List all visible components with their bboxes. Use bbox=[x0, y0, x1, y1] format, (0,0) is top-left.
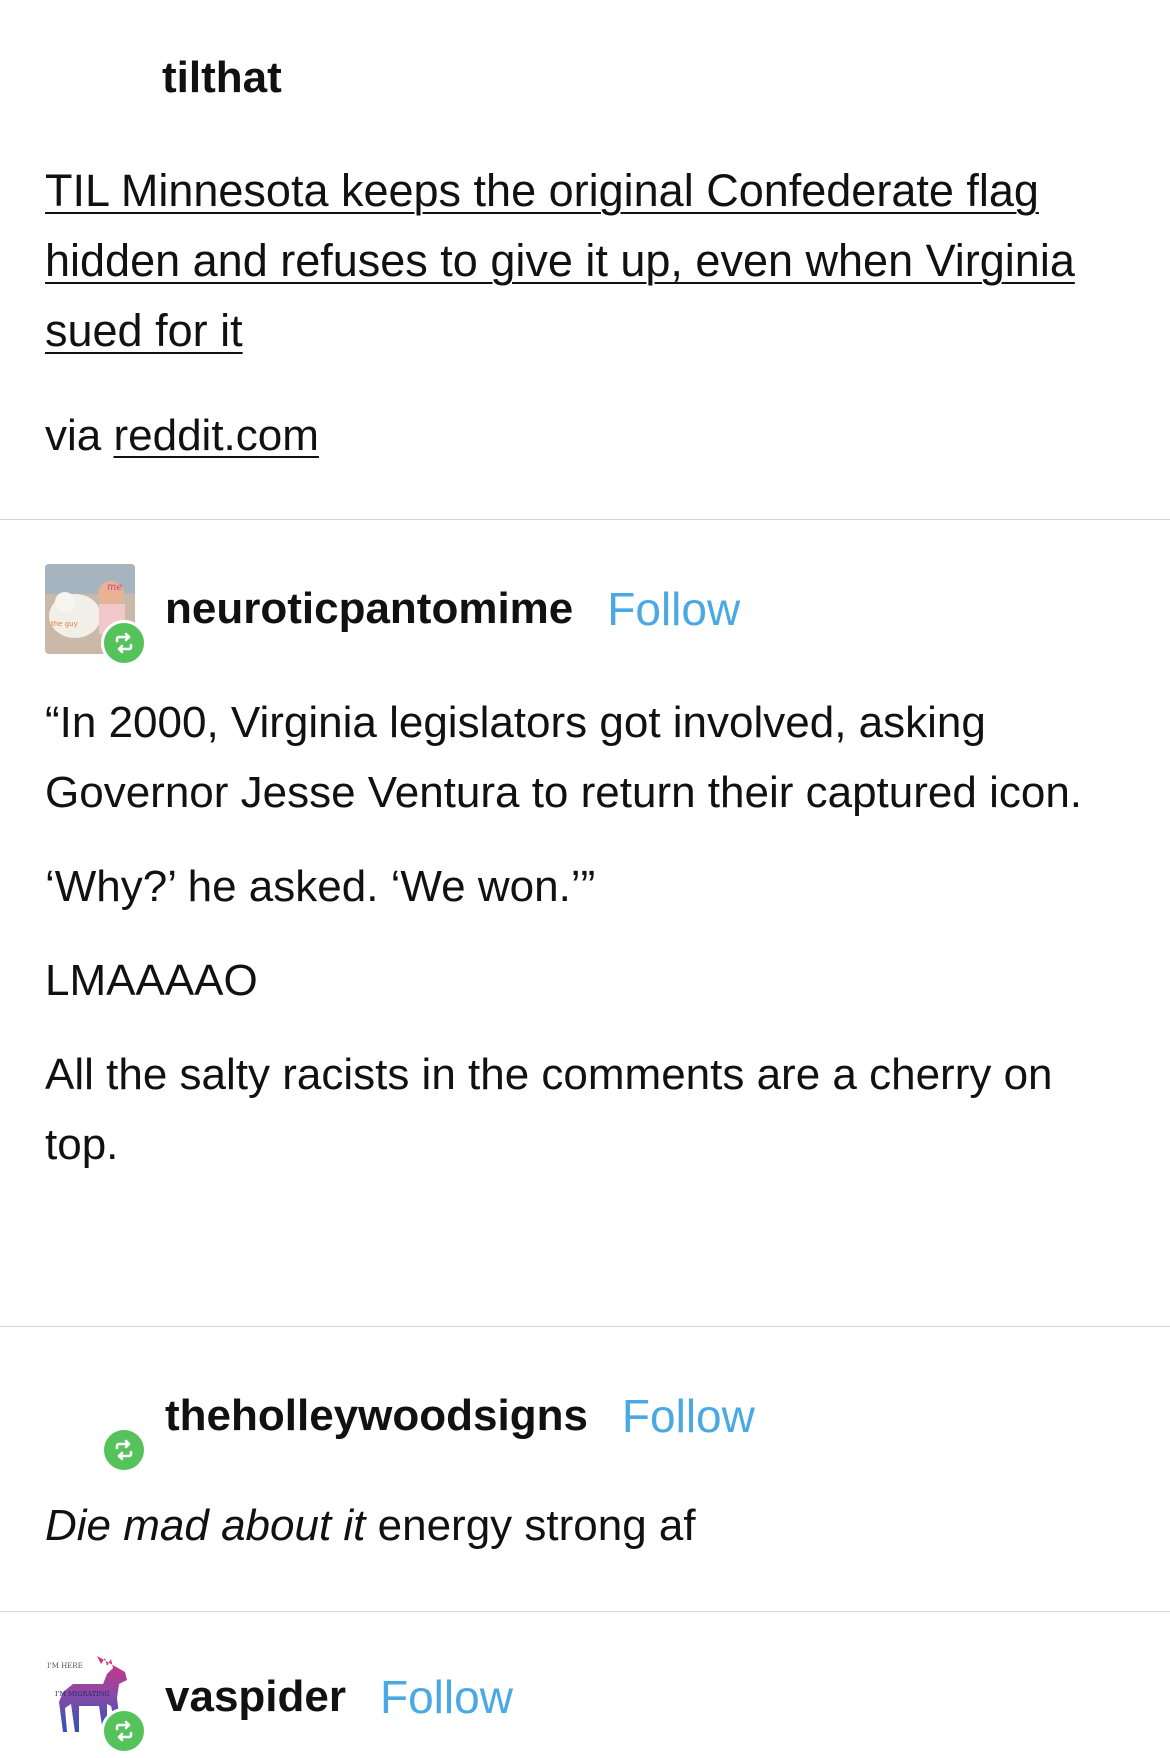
post-link-title: TIL Minnesota keeps the original Confede… bbox=[45, 156, 1125, 366]
reblog-icon bbox=[101, 1708, 147, 1754]
avatar-text-mid: I'M MIGRATING bbox=[55, 1690, 110, 1698]
post-header: me the guy neuroticpantomime Follow bbox=[45, 564, 1125, 666]
post-paragraph: All the salty racists in the comments ar… bbox=[45, 1050, 1053, 1169]
post-username[interactable]: vaspider bbox=[165, 1667, 346, 1727]
post-theholleywoodsigns: theholleywoodsigns Follow Die mad about … bbox=[0, 1327, 1170, 1611]
follow-button[interactable]: Follow bbox=[380, 1670, 513, 1724]
svg-text:me: me bbox=[107, 582, 122, 593]
avatar-text-top: I'M HERE bbox=[47, 1662, 83, 1670]
reblog-icon bbox=[101, 620, 147, 666]
post-title-link[interactable]: TIL Minnesota keeps the original Confede… bbox=[45, 165, 1075, 356]
post-username[interactable]: tilthat bbox=[162, 48, 1125, 108]
post-tilthat: tilthat TIL Minnesota keeps the original… bbox=[0, 0, 1170, 519]
emphasis-text: Die mad about it bbox=[45, 1501, 366, 1550]
follow-button[interactable]: Follow bbox=[607, 582, 740, 636]
reblog-icon bbox=[101, 1427, 147, 1473]
post-username[interactable]: theholleywoodsigns bbox=[165, 1386, 588, 1446]
avatar-wrap[interactable]: I'M HERE I'M MIGRATING bbox=[45, 1652, 147, 1754]
post-paragraph: “In 2000, Virginia legislators got invol… bbox=[45, 698, 1083, 817]
post-paragraph: LMAAAAO bbox=[45, 956, 258, 1005]
avatar-wrap[interactable]: me the guy bbox=[45, 564, 147, 666]
post-text: energy strong af bbox=[365, 1501, 696, 1550]
svg-text:the guy: the guy bbox=[51, 620, 78, 628]
post-header: I'M HERE I'M MIGRATING vaspider Follow bbox=[45, 1652, 1125, 1754]
via-source: via reddit.com bbox=[45, 401, 1125, 471]
via-prefix: via bbox=[45, 411, 114, 460]
via-link[interactable]: reddit.com bbox=[113, 411, 318, 460]
post-paragraph: ‘Why?’ he asked. ‘We won.’” bbox=[45, 862, 596, 911]
post-vaspider: I'M HERE I'M MIGRATING vaspider Follow bbox=[0, 1612, 1170, 1754]
post-username[interactable]: neuroticpantomime bbox=[165, 579, 573, 639]
follow-button[interactable]: Follow bbox=[622, 1389, 755, 1443]
post-header: theholleywoodsigns Follow bbox=[45, 1371, 1125, 1473]
avatar-wrap[interactable] bbox=[45, 1371, 147, 1473]
post-neuroticpantomime: me the guy neuroticpantomime Follow “In … bbox=[0, 520, 1170, 1326]
post-paragraph: Die mad about it energy strong af bbox=[45, 1491, 1125, 1561]
